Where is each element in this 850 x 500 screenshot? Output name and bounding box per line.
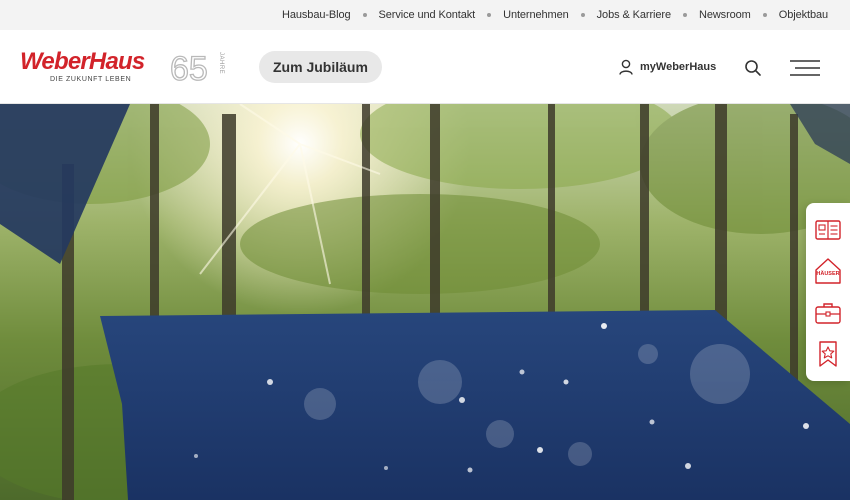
anniversary-number: 65 [170,50,208,88]
nav-separator-dot [487,13,492,17]
hero-forest-image [0,104,850,500]
hamburger-menu-icon[interactable] [790,59,820,77]
topnav-link-unternehmen[interactable]: Unternehmen [503,9,569,21]
briefcase-icon[interactable] [814,298,842,328]
house-icon[interactable]: HÄUSER [814,256,842,286]
logo-wordmark: WeberHaus [20,48,145,75]
topnav-link-objektbau[interactable]: Objektbau [779,9,828,21]
top-utility-nav: Hausbau-Blog Service und Kontakt Unterne… [0,0,850,30]
house-icon-label: HÄUSER [816,270,839,277]
anniversary-word: JAHRE [218,52,224,74]
bookmark-star-icon[interactable] [814,339,842,369]
main-header: WeberHaus DIE ZUKUNFT LEBEN 65 JAHRE Zum… [0,30,850,104]
jubilaeum-button[interactable]: Zum Jubiläum [259,51,382,83]
anniversary-65-badge: 65 JAHRE [170,49,224,88]
search-icon[interactable] [744,59,762,77]
nav-separator-dot [362,13,367,17]
myweberhaus-link[interactable]: myWeberHaus [619,59,716,75]
nav-separator-dot [580,13,585,17]
catalog-icon[interactable] [814,215,842,245]
topnav-link-newsroom[interactable]: Newsroom [699,9,751,21]
user-icon [619,59,633,75]
nav-separator-dot [682,13,687,17]
topnav-link-jobs-karriere[interactable]: Jobs & Karriere [597,9,671,21]
logo-tagline: DIE ZUKUNFT LEBEN [50,76,132,83]
quick-links-panel: HÄUSER [806,203,850,381]
hero-video[interactable] [0,104,850,500]
nav-separator-dot [762,13,767,17]
topnav-link-hausbau-blog[interactable]: Hausbau-Blog [282,9,351,21]
weberhaus-logo[interactable]: WeberHaus DIE ZUKUNFT LEBEN [20,48,145,84]
myweberhaus-label: myWeberHaus [640,61,717,73]
topnav-link-service-kontakt[interactable]: Service und Kontakt [379,9,476,21]
